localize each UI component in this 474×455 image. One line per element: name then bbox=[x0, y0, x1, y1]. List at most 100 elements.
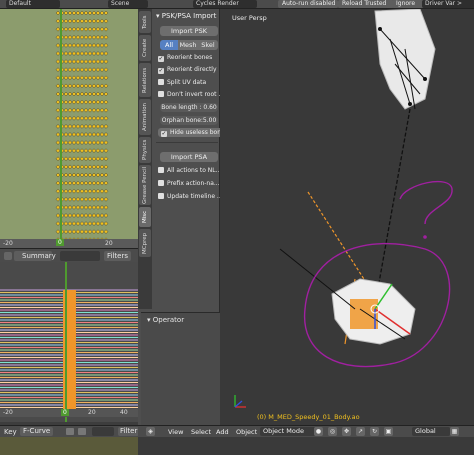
keyframe-diamond bbox=[63, 116, 69, 121]
keyframe-diamond bbox=[87, 67, 93, 72]
checkbox-box bbox=[158, 79, 164, 85]
view-menu[interactable]: View bbox=[168, 428, 183, 436]
transform-orientation-select[interactable]: Global bbox=[412, 427, 450, 436]
pivot-point-icon[interactable]: ◎ bbox=[328, 427, 337, 436]
keyframe-diamond bbox=[99, 140, 105, 145]
tab-animation[interactable]: Animation bbox=[139, 99, 151, 135]
hide-useless-bones-toggle[interactable]: ✓ Hide useless bones bbox=[158, 128, 228, 137]
scene-field[interactable]: Scene bbox=[108, 0, 148, 8]
psk-panel-label: PSK/PSA Import bbox=[161, 12, 217, 20]
rotate-icon[interactable]: ↻ bbox=[370, 427, 379, 436]
keyframe-diamond bbox=[63, 67, 69, 72]
keyframe-diamond bbox=[55, 132, 61, 137]
interaction-mode-select[interactable]: Object Mode bbox=[260, 427, 316, 436]
checkbox-box bbox=[158, 180, 164, 186]
dopesheet-search-field[interactable] bbox=[60, 251, 100, 261]
orphan-bone-field[interactable]: Orphan bone:5.00 bbox=[160, 116, 218, 125]
keyframe-diamond bbox=[55, 83, 61, 89]
update-timeline-checkbox[interactable]: Update timeline ... bbox=[158, 192, 223, 201]
graph-editor-area[interactable] bbox=[0, 262, 138, 422]
keyframe-diamond bbox=[79, 51, 85, 56]
add-menu[interactable]: Add bbox=[216, 428, 229, 436]
filters-button[interactable]: Filters bbox=[104, 251, 131, 261]
keyframe-diamond bbox=[87, 124, 93, 129]
reorient-bones-checkbox[interactable]: ✓ Reorient bones bbox=[158, 53, 212, 62]
dopesheet-area[interactable] bbox=[0, 9, 138, 248]
graph-editor-header: Key F-Curve Filter bbox=[0, 425, 140, 437]
scale-icon[interactable]: ▣ bbox=[384, 427, 393, 436]
manipulator-toggle-icon[interactable]: ✥ bbox=[342, 427, 351, 436]
key-menu[interactable]: Key bbox=[4, 428, 17, 436]
keyframe-diamond bbox=[67, 188, 73, 194]
keyframe-diamond bbox=[79, 91, 85, 97]
tab-create[interactable]: Create bbox=[139, 35, 151, 61]
bone-length-field[interactable]: Bone length : 0.60 bbox=[160, 103, 218, 112]
editor-type-icon[interactable]: ◈ bbox=[146, 427, 155, 436]
reload-trusted-button[interactable]: Reload Trusted bbox=[338, 0, 394, 8]
split-uv-checkbox[interactable]: Split UV data bbox=[158, 78, 206, 87]
mode-skel-button[interactable]: Skel bbox=[198, 40, 218, 50]
filters-button[interactable]: Filter bbox=[118, 427, 140, 436]
keyframe-diamond bbox=[99, 172, 105, 178]
dont-invert-root-checkbox[interactable]: Don't invert root ... bbox=[158, 90, 224, 99]
current-frame-indicator[interactable]: 0 bbox=[56, 239, 64, 246]
prefix-action-checkbox[interactable]: Prefix action-na... bbox=[158, 179, 220, 188]
keyframe-diamond bbox=[55, 148, 61, 153]
3d-viewport[interactable]: User Persp (0) M_MED_Speedy_01_Body.ao bbox=[220, 9, 474, 425]
render-engine-select[interactable]: Cycles Render bbox=[193, 0, 257, 8]
screen-layout-field[interactable]: Default bbox=[6, 0, 60, 8]
tab-grease-pencil[interactable]: Grease Pencil bbox=[139, 165, 151, 205]
graph-frame-axis[interactable]: -20 0 20 40 bbox=[0, 409, 138, 417]
ignore-button[interactable]: Ignore bbox=[392, 0, 424, 8]
reorient-directly-checkbox[interactable]: ✓ Reorient directly bbox=[158, 65, 217, 74]
object-menu[interactable]: Object bbox=[236, 428, 257, 436]
viewport-shading-icon[interactable]: ● bbox=[314, 427, 323, 436]
import-psk-button[interactable]: Import PSK bbox=[160, 26, 218, 36]
summary-toggle[interactable]: Summary bbox=[14, 251, 56, 261]
keyframe-diamond bbox=[99, 67, 105, 72]
keyframe-diamond bbox=[91, 124, 97, 129]
current-frame-indicator[interactable]: 0 bbox=[61, 409, 69, 416]
filter-icon[interactable] bbox=[78, 428, 86, 435]
operator-panel-title[interactable]: ▾ Operator bbox=[147, 316, 184, 324]
translate-icon[interactable]: ↗ bbox=[356, 427, 365, 436]
keyframe-diamond bbox=[67, 140, 73, 145]
keyframe-diamond bbox=[103, 75, 109, 81]
psk-panel-title[interactable]: ▾ PSK/PSA Import bbox=[156, 12, 216, 20]
keyframe-diamond bbox=[71, 51, 77, 56]
keyframe-diamond bbox=[71, 75, 77, 81]
layer-toggle-icon[interactable]: ▦ bbox=[450, 427, 459, 436]
editor-type-icon[interactable] bbox=[4, 252, 12, 260]
tab-physics[interactable]: Physics bbox=[139, 137, 151, 163]
timeline-strip[interactable] bbox=[0, 437, 138, 455]
keyframe-diamond bbox=[95, 156, 101, 162]
visibility-icon[interactable] bbox=[66, 428, 74, 435]
tab-mcprep[interactable]: MCprep bbox=[139, 229, 151, 257]
dopesheet-frame-axis[interactable]: -20 0 20 bbox=[0, 239, 138, 248]
keyframe-diamond bbox=[87, 10, 93, 16]
mode-mesh-button[interactable]: Mesh bbox=[178, 40, 198, 50]
import-psa-button[interactable]: Import PSA bbox=[160, 152, 218, 162]
keyframe-diamond bbox=[87, 188, 93, 194]
keyframe-diamond bbox=[55, 51, 61, 56]
reorient-directly-label: Reorient directly bbox=[167, 66, 217, 73]
select-menu[interactable]: Select bbox=[191, 428, 211, 436]
keyframe-diamond bbox=[83, 140, 89, 145]
keyframe-diamond bbox=[83, 156, 89, 162]
keyframe-diamond bbox=[91, 213, 97, 218]
mode-all-button[interactable]: All bbox=[160, 40, 178, 50]
graph-search-field[interactable] bbox=[92, 427, 114, 436]
keyframe-diamond bbox=[99, 156, 105, 162]
keyframe-diamond bbox=[99, 197, 105, 202]
tab-misc[interactable]: Misc bbox=[139, 207, 151, 227]
tab-tools[interactable]: Tools bbox=[139, 11, 151, 33]
all-actions-nla-checkbox[interactable]: All actions to NL... bbox=[158, 166, 221, 175]
all-actions-nla-label: All actions to NL... bbox=[167, 167, 222, 174]
driver-var-field[interactable]: Driver Var > bbox=[422, 0, 474, 8]
fcurve-mode-select[interactable]: F-Curve bbox=[20, 427, 54, 436]
keyframe-diamond bbox=[71, 132, 77, 137]
keyframe-diamond bbox=[87, 148, 93, 153]
tab-relations[interactable]: Relations bbox=[139, 63, 151, 97]
keyframe-diamond bbox=[55, 10, 61, 16]
keyframe-diamond bbox=[95, 83, 101, 89]
